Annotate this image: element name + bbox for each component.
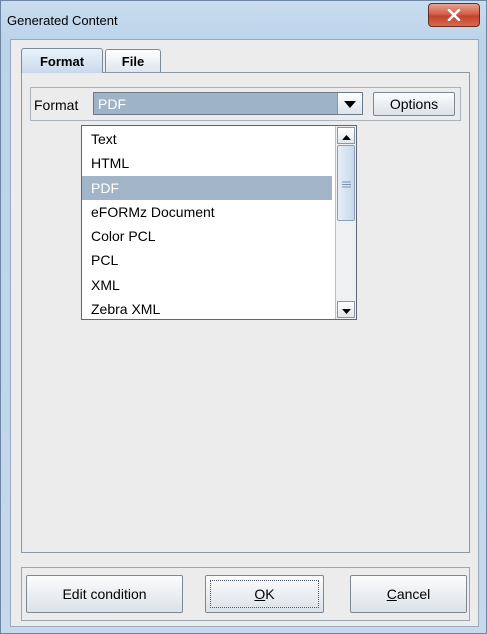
list-item-selected[interactable]: PDF [82,175,332,200]
list-item[interactable]: PCL [82,248,332,272]
window-title: Generated Content [7,13,118,28]
focus-ring [210,580,319,608]
tab-file[interactable]: File [105,49,161,72]
format-dropdown-list[interactable]: Text HTML PDF eFORMz Document Color PCL … [81,125,357,320]
arrow-up-icon [341,128,351,143]
combobox-dropdown-arrow[interactable] [337,93,362,114]
scroll-up-button[interactable] [337,127,355,144]
options-button-label: Options [389,96,439,112]
list-item[interactable]: Zebra XML [82,297,332,321]
format-row: Format PDF Options [30,87,461,121]
chevron-down-icon [344,96,356,111]
list-item[interactable]: eFORMz Document [82,200,332,224]
format-combobox[interactable]: PDF [93,92,363,115]
format-label: Format [34,97,79,113]
close-x-icon [447,9,461,21]
format-combobox-value: PDF [98,96,126,112]
button-bar: Edit condition OK Cancel [21,567,470,621]
list-item[interactable]: Text [82,127,332,151]
dropdown-scrollbar[interactable] [335,126,356,319]
close-button[interactable] [428,3,480,27]
edit-condition-button[interactable]: Edit condition [26,575,183,613]
ok-button[interactable]: OK [205,575,324,613]
cancel-label: Cancel [387,586,431,602]
tab-file-label: File [121,53,145,69]
options-button[interactable]: Options [373,92,455,116]
list-item[interactable]: XML [82,273,332,297]
dropdown-items: Text HTML PDF eFORMz Document Color PCL … [82,127,332,321]
tab-format[interactable]: Format [21,48,103,73]
dialog-window: Generated Content Format File Format PDF [0,0,487,634]
list-item[interactable]: HTML [82,151,332,175]
arrow-down-icon [341,302,351,317]
cancel-button[interactable]: Cancel [350,575,467,613]
list-item[interactable]: Color PCL [82,224,332,248]
scroll-down-button[interactable] [337,301,355,318]
cancel-label-rest: ancel [396,586,431,602]
tab-format-label: Format [39,53,85,69]
scroll-thumb[interactable] [337,145,355,221]
cancel-mnemonic: C [386,586,397,602]
edit-condition-label: Edit condition [62,586,147,602]
grip-icon [341,176,351,191]
